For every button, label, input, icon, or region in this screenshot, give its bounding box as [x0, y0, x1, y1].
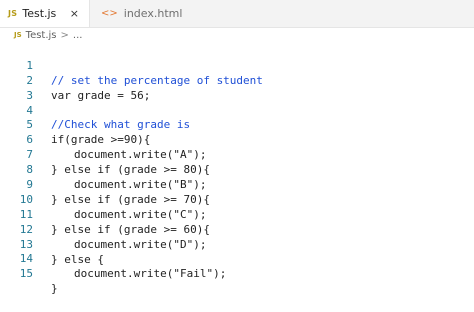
code-line: 12 document.write("D"); [0, 208, 474, 251]
code-line: 11 } else if (grade >= 60){ [0, 193, 474, 236]
html-file-icon: <> [101, 8, 118, 19]
code-line: 7 } else if (grade >= 80){ [0, 133, 474, 176]
tab-label: index.html [123, 7, 183, 20]
code-editor[interactable]: 1 // set the percentage of student 2 var… [0, 44, 474, 295]
code-line: 14 document.write("Fail"); [0, 238, 474, 280]
tab-index-html[interactable]: <> index.html [91, 0, 191, 27]
breadcrumb-rest[interactable]: ... [73, 30, 83, 41]
breadcrumb-file[interactable]: Test.js [26, 30, 57, 41]
breadcrumb: JS Test.js > ... [0, 28, 474, 42]
code-line: 5 if(grade >=90){ [0, 104, 474, 146]
code-text[interactable]: document.write("Fail"); [74, 267, 226, 282]
tab-test-js[interactable]: JS Test.js × [0, 0, 90, 27]
breadcrumb-separator: > [60, 29, 69, 41]
javascript-file-icon: JS [14, 31, 22, 39]
code-line: 2 var grade = 56; [0, 59, 474, 102]
tab-bar: JS Test.js × <> index.html [0, 0, 474, 28]
code-line: 9 } else if (grade >= 70){ [0, 163, 474, 206]
code-line: 15 } [0, 252, 474, 295]
code-line: 13 } else { [0, 223, 474, 266]
code-line: 3 [0, 74, 474, 102]
code-line: 1 // set the percentage of student [0, 44, 474, 87]
code-line: 10 document.write("C"); [0, 178, 474, 221]
code-line: 8 document.write("B"); [0, 148, 474, 191]
code-text[interactable]: } [51, 282, 58, 297]
tab-label: Test.js [22, 7, 57, 20]
javascript-file-icon: JS [8, 9, 18, 18]
line-number: 15 [19, 267, 33, 281]
code-line: 6 document.write("A"); [0, 118, 474, 161]
close-icon[interactable]: × [70, 7, 79, 20]
code-line: 4 //Check what grade is [0, 89, 474, 132]
